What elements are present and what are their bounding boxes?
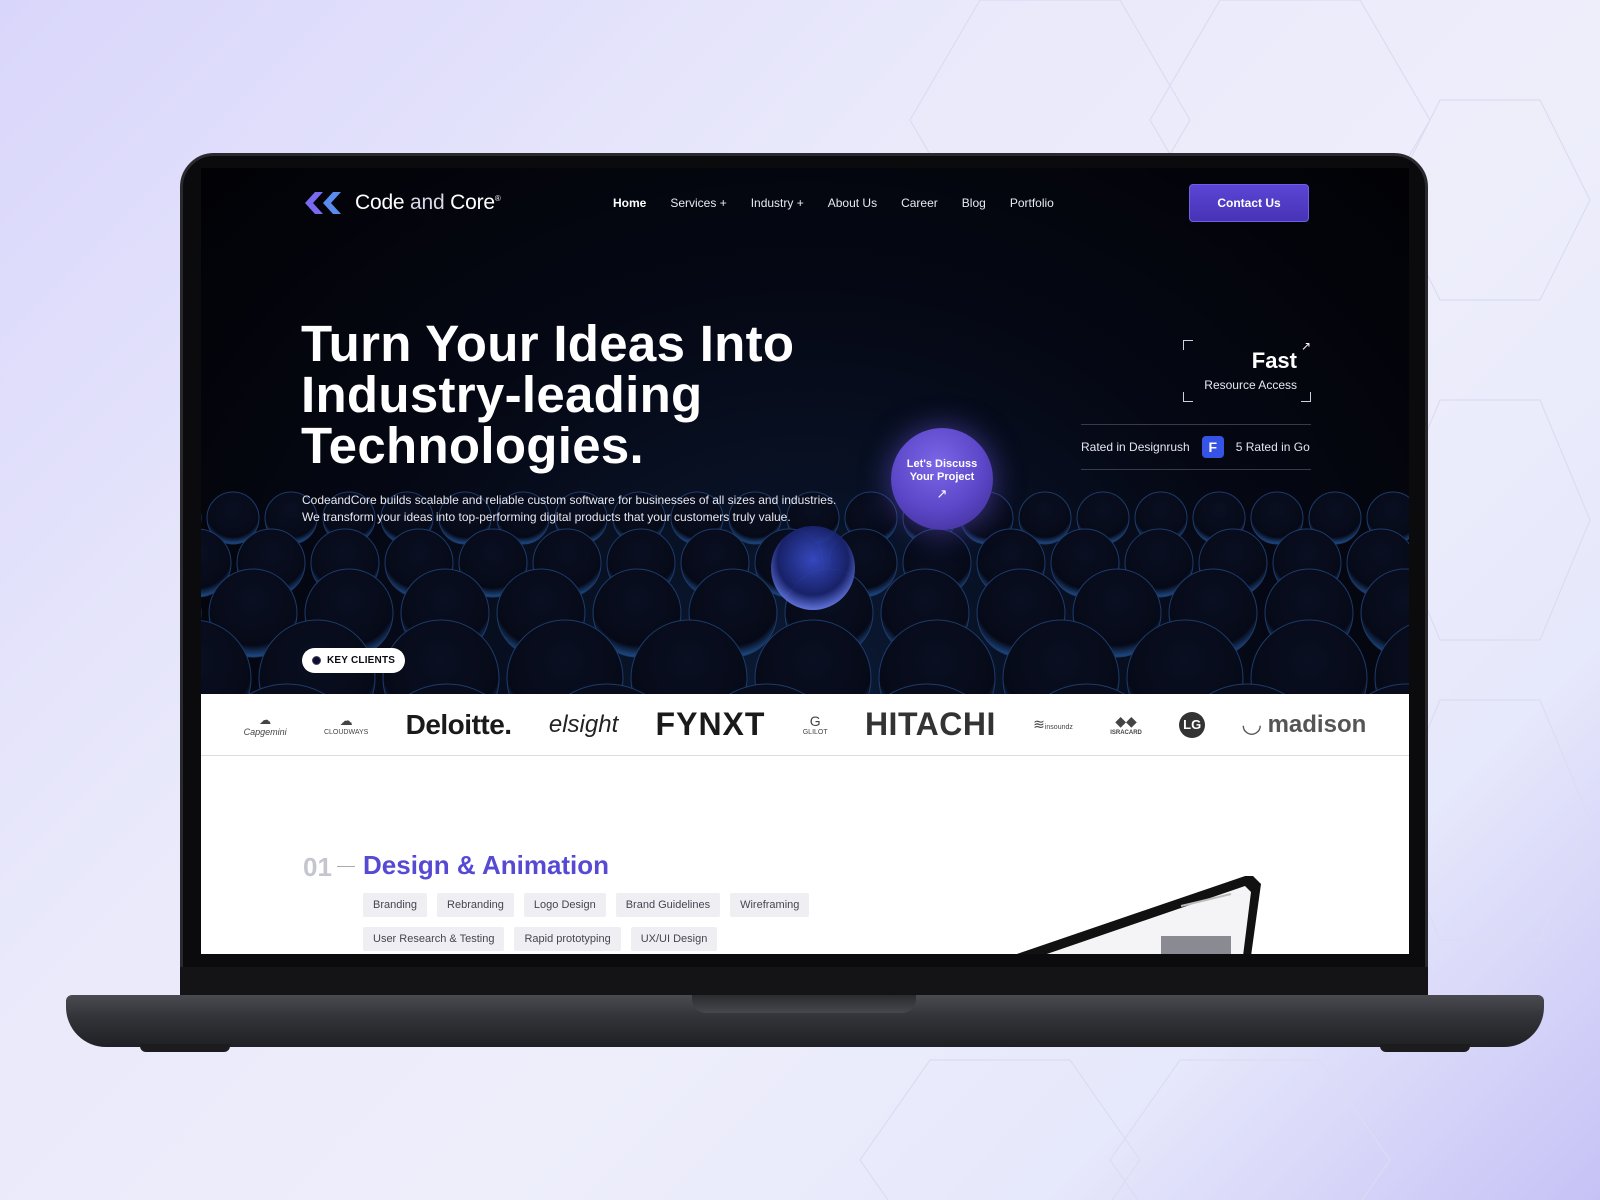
arrow-up-right-icon: ↗ (936, 486, 948, 501)
top-navigation: Code and Core® Home Services + Industry … (201, 168, 1409, 238)
glowing-sphere (771, 526, 855, 610)
discuss-label-1: Let's Discuss (906, 458, 978, 470)
nav-blog[interactable]: Blog (962, 196, 986, 210)
discuss-project-button[interactable]: Let's Discuss Your Project ↗ (891, 428, 993, 530)
tag-ux-ui-design[interactable]: UX/UI Design (630, 927, 718, 951)
client-logo-capgemini: ☁ Capgemini (243, 712, 287, 737)
key-clients-badge: KEY CLIENTS (302, 648, 406, 673)
hero-section: Code and Core® Home Services + Industry … (201, 168, 1409, 694)
laptop-foot-right (1380, 1044, 1470, 1052)
client-logo-glilot: G GLILOT (802, 713, 828, 736)
headline-line-3: Technologies. (301, 417, 644, 474)
tag-wireframing[interactable]: Wireframing (730, 893, 810, 917)
hero-description: CodeandCore builds scalable and reliable… (302, 492, 842, 526)
description-line-2: We transform your ideas into top-perform… (302, 510, 791, 524)
key-clients-label: KEY CLIENTS (327, 655, 396, 666)
section-number: 01 (303, 852, 332, 882)
frame-corner-top-left (1183, 340, 1193, 350)
nav-career[interactable]: Career (901, 196, 938, 210)
laptop-screen: Code and Core® Home Services + Industry … (201, 168, 1409, 954)
tag-rebranding[interactable]: Rebranding (437, 893, 514, 917)
client-logo-hitachi: HITACHI (864, 706, 996, 742)
hero-headline: Turn Your Ideas Into Industry-leading Te… (301, 318, 921, 471)
description-line-1: CodeandCore builds scalable and reliable… (302, 493, 837, 507)
client-logo-deloitte: Deloitte. (405, 708, 512, 740)
nav-about-us[interactable]: About Us (828, 196, 877, 210)
service-tags: Branding Rebranding Logo Design Brand Gu… (363, 893, 823, 951)
nav-home[interactable]: Home (613, 196, 646, 210)
headline-line-1: Turn Your Ideas Into (301, 315, 795, 372)
client-logo-lg: LG (1179, 711, 1206, 738)
client-logo-isracard: ◆◆ ISRACARD (1110, 713, 1142, 736)
code-and-core-logo-icon (305, 192, 341, 214)
brand-logo[interactable]: Code and Core® (303, 190, 501, 216)
nav-industry[interactable]: Industry + (751, 196, 804, 210)
section-title: Design & Animation (363, 850, 610, 880)
rating-designrush: Rated in Designrush (1081, 440, 1190, 454)
client-logo-cloudways: ☁ CLOUDWAYS (323, 713, 369, 736)
tag-brand-guidelines[interactable]: Brand Guidelines (615, 893, 721, 917)
client-logo-insoundz: ≋insoundz (1033, 716, 1073, 732)
ratings-marquee: Rated in Designrush F 5 Rated in Go (1081, 424, 1311, 470)
frame-corner-bottom-left (1183, 392, 1193, 402)
frame-corner-bottom-right (1301, 392, 1311, 402)
section-divider (337, 866, 355, 867)
discuss-label-2: Your Project (909, 471, 975, 483)
client-logo-elsight: elsight (548, 710, 619, 738)
tag-rapid-prototyping[interactable]: Rapid prototyping (514, 927, 621, 951)
client-logos-strip: ☁ Capgemini ☁ CLOUDWAYS Deloitte. elsight … (201, 694, 1409, 756)
brand-name: Code and Core® (355, 191, 501, 214)
tag-branding[interactable]: Branding (363, 893, 428, 917)
services-section: 01 Design & Animation Branding Rebrandin… (201, 756, 1409, 954)
client-logo-fynxt: FYNXT (655, 706, 766, 742)
goodfirms-logo-icon: F (1201, 436, 1224, 458)
tag-logo-design[interactable]: Logo Design (523, 893, 606, 917)
headline-line-2: Industry-leading (301, 366, 703, 423)
laptop-foot-left (140, 1044, 230, 1052)
laptop-notch (692, 995, 916, 1013)
rating-goodfirms: 5 Rated in Go (1235, 440, 1310, 454)
fast-subtitle: Resource Access (1204, 378, 1297, 392)
fast-title: Fast (1251, 348, 1297, 373)
contact-us-button[interactable]: Contact Us (1189, 184, 1309, 222)
tag-user-research[interactable]: User Research & Testing (363, 927, 505, 951)
nav-links: Home Services + Industry + About Us Care… (613, 196, 1054, 210)
dot-icon (312, 656, 321, 665)
laptop-bezel-bottom (180, 967, 1428, 997)
fast-resource-badge: ↗ Fast Resource Access (1183, 339, 1311, 402)
nav-services[interactable]: Services + (670, 196, 726, 210)
nav-portfolio[interactable]: Portfolio (1010, 196, 1054, 210)
client-logo-madison: ◡ madison (1242, 711, 1367, 738)
expand-arrow-icon: ↗ (1300, 339, 1311, 353)
laptop-mockup-illustration (1016, 876, 1261, 954)
